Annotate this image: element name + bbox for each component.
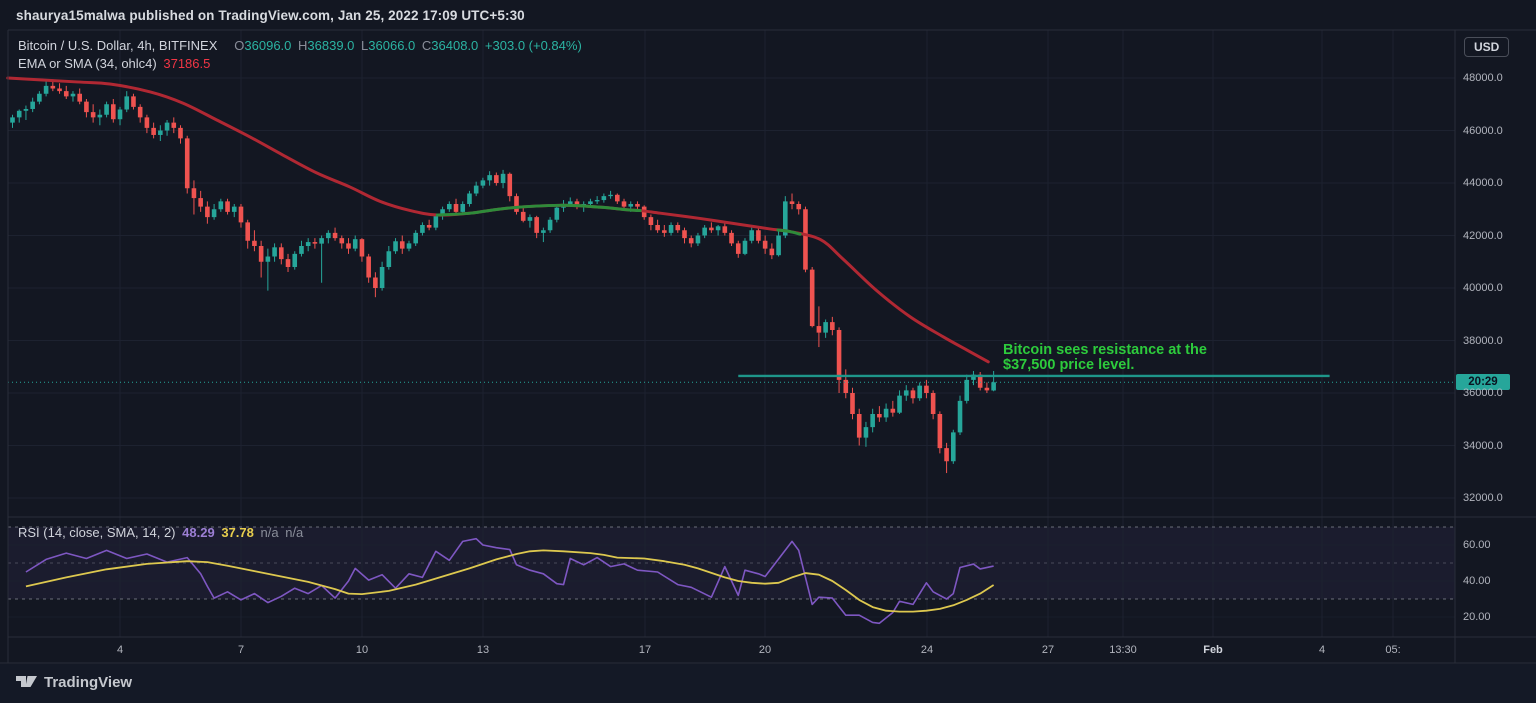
symbol-legend[interactable]: Bitcoin / U.S. Dollar, 4h, BITFINEX O360… [18,38,585,53]
time-axis-label: 13 [476,644,490,656]
time-axis-label: 05: [1385,644,1401,656]
price-axis-label: 40000.0 [1463,282,1503,294]
annotation-line-2: $37,500 price level. [1003,357,1135,373]
price-axis-label: 48000.0 [1463,72,1503,84]
resistance-annotation[interactable]: Bitcoin sees resistance at the $37,500 p… [1003,343,1207,373]
rsi-legend[interactable]: RSI (14, close, SMA, 14, 2) 48.29 37.78 … [18,525,306,540]
rsi-axis-label: 20.00 [1463,611,1491,623]
time-axis-label: 4 [1318,644,1326,656]
tradingview-chart-page: shaurya15malwa published on TradingView.… [0,0,1536,703]
rsi-na-1: n/a [260,525,279,540]
attribution-text: shaurya15malwa published on TradingView.… [16,8,525,23]
time-axis-label: 10 [355,644,369,656]
rsi-label: RSI (14, close, SMA, 14, 2) [18,525,176,540]
close-label: C [421,38,432,53]
high-label: H [298,38,308,53]
rsi-na-2: n/a [285,525,304,540]
annotation-line-1: Bitcoin sees resistance at the [1003,342,1207,358]
time-axis-label: 4 [116,644,124,656]
rsi-ma-value: 37.78 [221,525,254,540]
rsi-axis-label: 60.00 [1463,539,1491,551]
change-value: +303.0 (+0.84%) [484,38,582,53]
low-value: 36066.0 [368,38,416,53]
ma-value: 37186.5 [163,56,211,71]
price-axis-label: 32000.0 [1463,492,1503,504]
price-axis-label: 42000.0 [1463,229,1503,242]
time-axis-label: 27 [1041,644,1055,656]
price-axis-label: 46000.0 [1463,124,1503,137]
time-axis-label: 7 [237,644,245,656]
ma-legend[interactable]: EMA or SMA (34, ohlc4) 37186.5 [18,56,213,71]
symbol-title: Bitcoin / U.S. Dollar, 4h, BITFINEX [18,38,218,53]
rsi-axis-label: 40.00 [1463,575,1491,587]
currency-toggle-button[interactable]: USD [1464,37,1510,57]
time-axis-label: 24 [920,644,934,656]
time-axis-label: 17 [638,644,652,656]
price-axis-label: 36000.0 [1463,387,1503,399]
rsi-value: 48.29 [182,525,215,540]
high-value: 36839.0 [307,38,355,53]
price-axis-label: 44000.0 [1463,177,1503,189]
tradingview-logo-icon[interactable] [16,675,38,693]
footer-bar: TradingView [0,664,1536,703]
open-value: 36096.0 [244,38,292,53]
time-axis-label: 13:30 [1109,644,1137,656]
ma-label: EMA or SMA (34, ohlc4) [18,56,157,71]
chart-canvas[interactable] [0,0,1536,703]
tradingview-brand-text[interactable]: TradingView [44,674,132,691]
price-axis-label: 38000.0 [1463,334,1503,347]
time-axis-label: Feb [1203,644,1223,656]
time-axis-label: 20 [758,644,772,656]
price-axis-label: 34000.0 [1463,439,1503,452]
close-value: 36408.0 [431,38,479,53]
open-label: O [234,38,245,53]
